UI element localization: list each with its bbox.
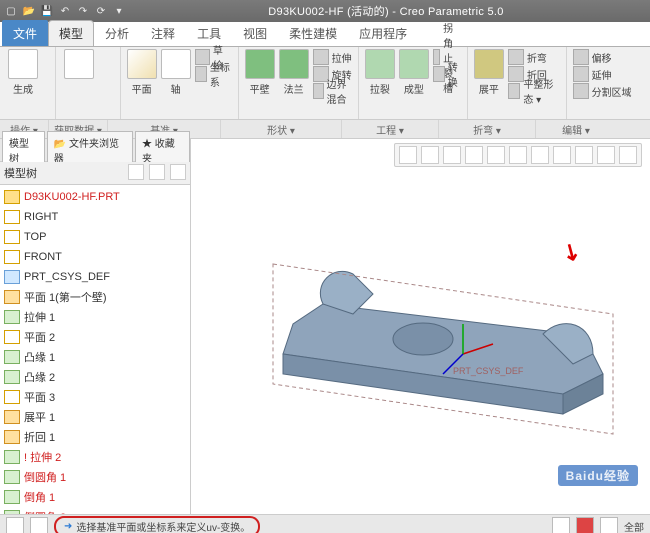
side-tabs: 模型树 📂 文件夹浏览器 ★ 收藏夹 [0,139,190,162]
csys-label: PRT_CSYS_DEF [453,366,524,376]
status-filter-label[interactable]: 全部 [624,519,644,533]
bend-button[interactable]: 折弯 [508,49,560,65]
status-bar: ➜ 选择基准平面或坐标系来定义uv-变换。 全部 [0,514,650,533]
offset-button[interactable]: 偏移 [573,49,632,65]
save-icon[interactable]: 💾 [40,4,54,18]
form-button[interactable]: 成型 [399,49,429,96]
tab-analysis[interactable]: 分析 [94,20,140,46]
split-button[interactable]: 分割区域 [573,83,632,99]
status-flag-icon[interactable] [576,517,594,533]
tree-title: 模型树 [4,165,37,181]
getdata-button[interactable] [62,49,96,79]
tab-file[interactable]: 文件 [2,20,48,46]
tree-item[interactable]: 倒圆角 1 [0,467,190,487]
flange-button[interactable]: 法兰 [279,49,309,96]
tree-item[interactable]: PRT_CSYS_DEF [0,267,190,287]
tree-item[interactable]: 凸缘 1 [0,347,190,367]
tree-item[interactable]: 倒角 1 [0,487,190,507]
quick-access-toolbar: ▢ 📂 💾 ↶ ↷ ⟳ ▾ [4,4,126,18]
graphics-viewport[interactable]: ↘ PRT_CSYS_DEF Baidu经验 [191,139,650,514]
annot-display-icon[interactable] [575,146,593,164]
status-find-icon[interactable] [600,517,618,533]
unbend-button[interactable]: 展平 [474,49,504,96]
msg-log-icon[interactable] [6,517,24,533]
tree-item[interactable]: 折回 1 [0,427,190,447]
datum-display-icon[interactable] [553,146,571,164]
status-icon-1[interactable] [552,517,570,533]
saved-views-icon[interactable] [509,146,527,164]
view-toolbar [394,143,642,167]
axis-button[interactable]: 轴 [161,49,191,96]
redo-icon[interactable]: ↷ [76,4,90,18]
tree-item[interactable]: D93KU002-HF.PRT [0,187,190,207]
regen-icon[interactable]: ⟳ [94,4,108,18]
close-win-icon[interactable]: ▾ [112,4,126,18]
rip-button[interactable]: 拉裂 [365,49,395,96]
tab-view[interactable]: 视图 [232,20,278,46]
zoomin-icon[interactable] [421,146,439,164]
pan-icon[interactable] [465,146,483,164]
flat-button[interactable]: 平壁 [245,49,275,96]
tree-item[interactable]: 平面 2 [0,327,190,347]
ribbon-tabs: 文件 模型 分析 注释 工具 视图 柔性建模 应用程序 [0,22,650,47]
tree-item[interactable]: 拉伸 1 [0,307,190,327]
regen-button[interactable]: 生成 [6,49,40,96]
status-prompt: ➜ 选择基准平面或坐标系来定义uv-变换。 [54,516,260,533]
tree-search-icon[interactable] [170,164,186,180]
status-message: 选择基准平面或坐标系来定义uv-变换。 [76,519,250,533]
tree-item[interactable]: 倒圆角 2 [0,507,190,514]
tab-apps[interactable]: 应用程序 [348,20,418,46]
tree-item[interactable]: ! 拉伸 2 [0,447,190,467]
flatstate-button[interactable]: 平整形态 ▾ [508,83,560,99]
tree-header: 模型树 [0,162,190,185]
tab-annotate[interactable]: 注释 [140,20,186,46]
undo-icon[interactable]: ↶ [58,4,72,18]
model-tree-panel: 模型树 📂 文件夹浏览器 ★ 收藏夹 模型树 D93KU002-HF.PRTRI… [0,139,191,514]
plane-button[interactable]: 平面 [127,49,157,96]
window-title: D93KU002-HF (活动的) - Creo Parametric 5.0 [126,3,646,19]
csys-button[interactable]: 坐标系 [195,66,232,82]
ribbon: 生成 平面 轴 草绘 坐标系 平壁 法兰 拉伸 旋转 边界混合 拉裂 成型 拐角… [0,47,650,120]
tab-flex[interactable]: 柔性建模 [278,20,348,46]
extrude-button[interactable]: 拉伸 [313,49,352,65]
display-style-icon[interactable] [531,146,549,164]
tree-item[interactable]: 凸缘 2 [0,367,190,387]
tree-tools [126,164,186,183]
tree-item[interactable]: 展平 1 [0,407,190,427]
model-tree[interactable]: D93KU002-HF.PRTRIGHTTOPFRONTPRT_CSYS_DEF… [0,185,190,514]
tree-item[interactable]: FRONT [0,247,190,267]
tree-item[interactable]: RIGHT [0,207,190,227]
spin-icon[interactable] [487,146,505,164]
tree-settings-icon[interactable] [149,164,165,180]
refit-icon[interactable] [399,146,417,164]
tree-item[interactable]: TOP [0,227,190,247]
tree-filter-icon[interactable] [128,164,144,180]
info-icon: ➜ [64,521,72,532]
new-icon[interactable]: ▢ [4,4,18,18]
sel-filter-icon[interactable] [30,517,48,533]
extend-button[interactable]: 延伸 [573,66,632,82]
main-area: 模型树 📂 文件夹浏览器 ★ 收藏夹 模型树 D93KU002-HF.PRTRI… [0,139,650,514]
zoomout-icon[interactable] [443,146,461,164]
open-icon[interactable]: 📂 [22,4,36,18]
model-geometry: PRT_CSYS_DEF [263,224,623,444]
boundary-button[interactable]: 边界混合 [313,83,352,99]
perspective-icon[interactable] [597,146,615,164]
title-bar: ▢ 📂 💾 ↶ ↷ ⟳ ▾ D93KU002-HF (活动的) - Creo P… [0,0,650,22]
tab-model[interactable]: 模型 [48,20,94,46]
render-icon[interactable] [619,146,637,164]
convert-button[interactable]: 转换 [433,66,462,82]
tree-item[interactable]: 平面 1(第一个壁) [0,287,190,307]
watermark: Baidu经验 [558,465,638,486]
tree-item[interactable]: 平面 3 [0,387,190,407]
